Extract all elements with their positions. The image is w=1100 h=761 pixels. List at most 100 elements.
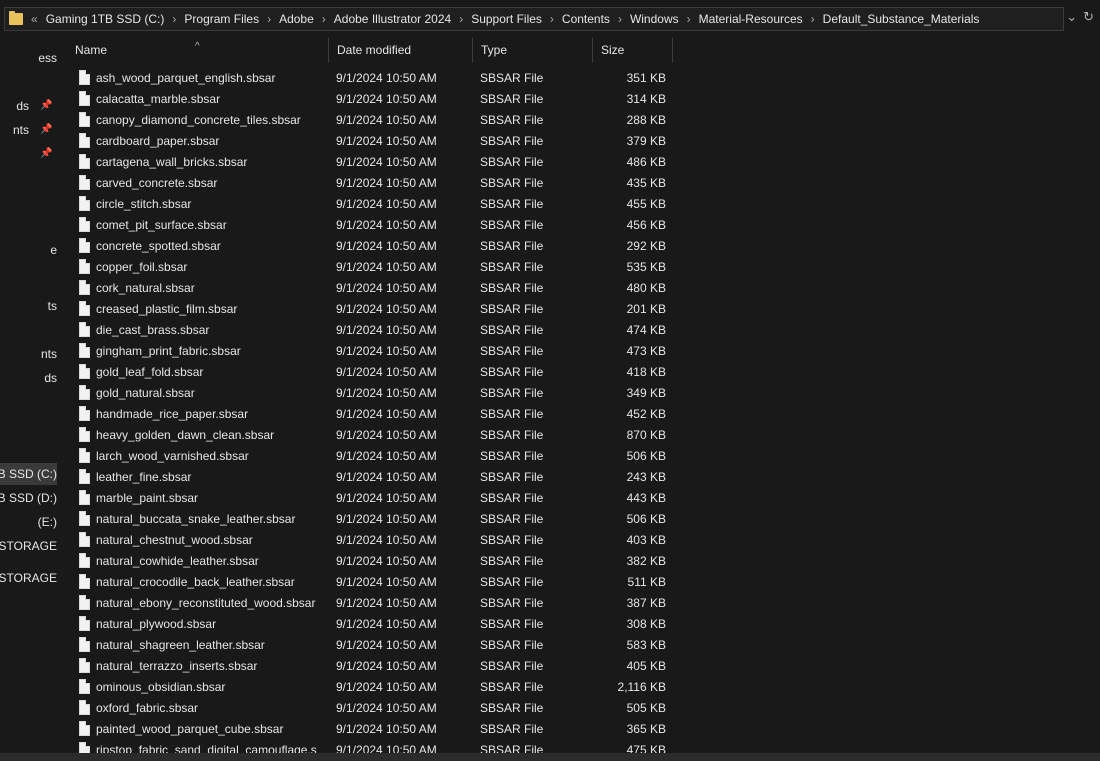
- breadcrumb-separator-icon[interactable]: ›: [267, 12, 271, 26]
- file-type: SBSAR File: [480, 659, 544, 673]
- file-row[interactable]: ash_wood_parquet_english.sbsar 9/1/2024 1…: [67, 68, 677, 89]
- file-row[interactable]: gold_leaf_fold.sbsar 9/1/2024 10:50 AM SBS…: [67, 362, 677, 383]
- column-header-type[interactable]: Type: [473, 38, 593, 63]
- file-row[interactable]: gold_natural.sbsar 9/1/2024 10:50 AM SBSAR…: [67, 383, 677, 404]
- file-size: 452 KB: [626, 407, 666, 421]
- nav-item[interactable]: 1TB SSD (D:): [0, 487, 57, 509]
- file-row[interactable]: calacatta_marble.sbsar 9/1/2024 10:50 AM S…: [67, 89, 677, 110]
- nav-item[interactable]: ds: [0, 367, 57, 389]
- file-size: 403 KB: [626, 533, 666, 547]
- file-row[interactable]: natural_terrazzo_inserts.sbsar 9/1/2024 1…: [67, 656, 677, 677]
- file-row[interactable]: natural_cowhide_leather.sbsar 9/1/2024 10…: [67, 551, 677, 572]
- file-row[interactable]: cork_natural.sbsar 9/1/2024 10:50 AM SBSAR…: [67, 278, 677, 299]
- column-header-name[interactable]: Name ^: [67, 38, 329, 63]
- breadcrumb-separator-icon[interactable]: ›: [811, 12, 815, 26]
- file-row[interactable]: natural_buccata_snake_leather.sbsar 9/1/2…: [67, 509, 677, 530]
- file-date-modified: 9/1/2024 10:50 AM: [336, 722, 437, 736]
- breadcrumb-separator-icon[interactable]: ›: [459, 12, 463, 26]
- file-row[interactable]: cartagena_wall_bricks.sbsar 9/1/2024 10:5…: [67, 152, 677, 173]
- file-row[interactable]: natural_chestnut_wood.sbsar 9/1/2024 10:5…: [67, 530, 677, 551]
- column-header-date[interactable]: Date modified: [329, 38, 473, 63]
- file-row[interactable]: natural_crocodile_back_leather.sbsar 9/1/…: [67, 572, 677, 593]
- nav-item[interactable]: ds 📌: [0, 95, 57, 117]
- file-name: natural_terrazzo_inserts.sbsar: [96, 659, 258, 673]
- file-row[interactable]: copper_foil.sbsar 9/1/2024 10:50 AM SBSAR …: [67, 257, 677, 278]
- breadcrumb-item[interactable]: Contents: [562, 12, 610, 26]
- file-size: 418 KB: [626, 365, 666, 379]
- column-header-row: Name ^ Date modified Type Size: [67, 38, 677, 63]
- breadcrumb[interactable]: « Gaming 1TB SSD (C:) › Program Files › Adob…: [4, 7, 1064, 31]
- file-date-modified: 9/1/2024 10:50 AM: [336, 197, 437, 211]
- file-row[interactable]: ripstop_fabric_sand_digital_camouflage.s…: [67, 740, 677, 753]
- file-row[interactable]: natural_ebony_reconstituted_wood.sbsar 9/…: [67, 593, 677, 614]
- nav-item[interactable]: ess: [0, 47, 57, 69]
- column-header-size[interactable]: Size: [593, 38, 673, 63]
- nav-item[interactable]: nts: [0, 343, 57, 365]
- nav-item[interactable]: 1TB SSD (C:): [0, 463, 57, 485]
- nav-item[interactable]: ts: [0, 295, 57, 317]
- breadcrumb-separator-icon[interactable]: ›: [322, 12, 326, 26]
- nav-item[interactable]: e: [0, 239, 57, 261]
- file-row[interactable]: canopy_diamond_concrete_tiles.sbsar 9/1/2…: [67, 110, 677, 131]
- file-row[interactable]: creased_plastic_film.sbsar 9/1/2024 10:50…: [67, 299, 677, 320]
- file-row[interactable]: gingham_print_fabric.sbsar 9/1/2024 10:50…: [67, 341, 677, 362]
- file-size: 474 KB: [626, 323, 666, 337]
- address-dropdown-icon[interactable]: ⌄: [1066, 9, 1077, 25]
- file-row[interactable]: painted_wood_parquet_cube.sbsar 9/1/2024 …: [67, 719, 677, 740]
- file-row[interactable]: larch_wood_varnished.sbsar 9/1/2024 10:50…: [67, 446, 677, 467]
- file-name: natural_buccata_snake_leather.sbsar: [96, 512, 296, 526]
- file-row[interactable]: concrete_spotted.sbsar 9/1/2024 10:50 AM S…: [67, 236, 677, 257]
- nav-item[interactable]: nts 📌: [0, 119, 57, 141]
- file-size: 480 KB: [626, 281, 666, 295]
- pin-icon[interactable]: 📌: [40, 143, 52, 165]
- pin-icon[interactable]: 📌: [40, 95, 52, 117]
- file-size: 288 KB: [626, 113, 666, 127]
- pin-icon[interactable]: 📌: [40, 119, 52, 141]
- nav-item[interactable]: N STORAGE: [0, 567, 57, 589]
- file-size: 349 KB: [626, 386, 666, 400]
- breadcrumb-separator-icon[interactable]: ›: [618, 12, 622, 26]
- file-row[interactable]: carved_concrete.sbsar 9/1/2024 10:50 AM SB…: [67, 173, 677, 194]
- breadcrumb-item[interactable]: Support Files: [471, 12, 542, 26]
- file-row[interactable]: marble_paint.sbsar 9/1/2024 10:50 AM SBSAR…: [67, 488, 677, 509]
- file-row[interactable]: circle_stitch.sbsar 9/1/2024 10:50 AM SBSA…: [67, 194, 677, 215]
- file-row[interactable]: comet_pit_surface.sbsar 9/1/2024 10:50 AM…: [67, 215, 677, 236]
- navigation-pane: ess ds📌nts📌📌 e ts nts ds 1TB SSD (C:)1TB SSD (…: [0, 38, 57, 761]
- file-row[interactable]: oxford_fabric.sbsar 9/1/2024 10:50 AM SBSA…: [67, 698, 677, 719]
- file-type: SBSAR File: [480, 575, 544, 589]
- nav-item[interactable]: 📌: [0, 143, 57, 165]
- file-row[interactable]: die_cast_brass.sbsar 9/1/2024 10:50 AM SBS…: [67, 320, 677, 341]
- breadcrumb-separator-icon[interactable]: ›: [172, 12, 176, 26]
- breadcrumb-item[interactable]: Windows: [630, 12, 679, 26]
- file-row[interactable]: handmade_rice_paper.sbsar 9/1/2024 10:50 …: [67, 404, 677, 425]
- breadcrumb-item[interactable]: Gaming 1TB SSD (C:): [46, 12, 165, 26]
- file-icon: [79, 490, 90, 505]
- horizontal-scrollbar[interactable]: [0, 753, 1100, 761]
- nav-item[interactable]: N STORAGE: [0, 535, 57, 557]
- file-date-modified: 9/1/2024 10:50 AM: [336, 617, 437, 631]
- file-size: 405 KB: [626, 659, 666, 673]
- file-row[interactable]: heavy_golden_dawn_clean.sbsar 9/1/2024 10…: [67, 425, 677, 446]
- nav-item-label: nts: [40, 347, 57, 361]
- file-row[interactable]: ominous_obsidian.sbsar 9/1/2024 10:50 AM S…: [67, 677, 677, 698]
- breadcrumb-separator-icon[interactable]: ›: [550, 12, 554, 26]
- nav-item-label: N STORAGE: [0, 539, 57, 553]
- column-header-name-label: Name: [75, 43, 108, 57]
- breadcrumb-separator-icon[interactable]: ›: [687, 12, 691, 26]
- file-size: 379 KB: [626, 134, 666, 148]
- breadcrumb-item[interactable]: Default_Substance_Materials: [823, 12, 980, 26]
- file-row[interactable]: natural_shagreen_leather.sbsar 9/1/2024 1…: [67, 635, 677, 656]
- file-row[interactable]: natural_plywood.sbsar 9/1/2024 10:50 AM SB…: [67, 614, 677, 635]
- file-icon: [79, 133, 90, 148]
- refresh-icon[interactable]: ↻: [1083, 9, 1094, 25]
- breadcrumb-item[interactable]: Material-Resources: [699, 12, 803, 26]
- breadcrumb-item[interactable]: Program Files: [184, 12, 259, 26]
- file-name: leather_fine.sbsar: [96, 470, 192, 484]
- breadcrumb-overflow-button[interactable]: «: [31, 12, 38, 26]
- file-row[interactable]: cardboard_paper.sbsar 9/1/2024 10:50 AM SB…: [67, 131, 677, 152]
- breadcrumb-item[interactable]: Adobe: [279, 12, 314, 26]
- breadcrumb-item[interactable]: Adobe Illustrator 2024: [334, 12, 451, 26]
- nav-item[interactable]: (E:): [0, 511, 57, 533]
- file-row[interactable]: leather_fine.sbsar 9/1/2024 10:50 AM SBSAR…: [67, 467, 677, 488]
- file-size: 201 KB: [626, 302, 666, 316]
